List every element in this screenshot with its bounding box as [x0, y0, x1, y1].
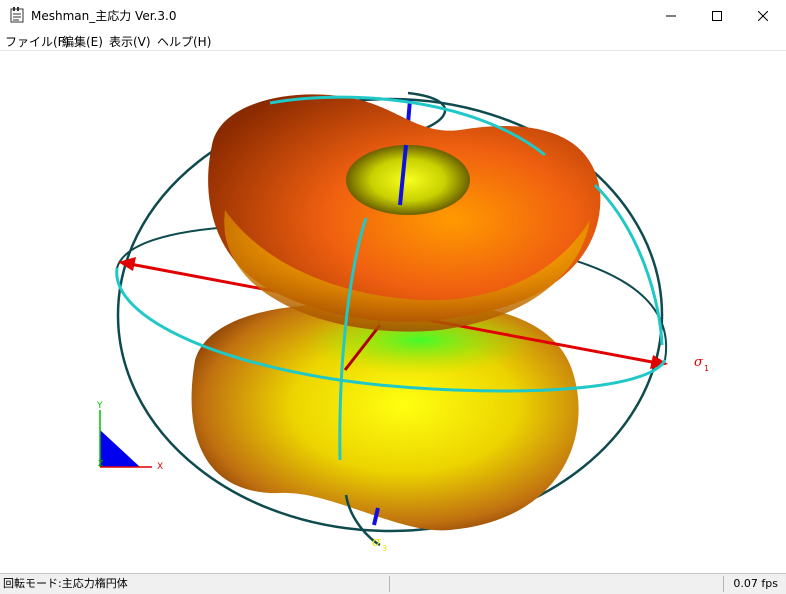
menu-bar: ファイル(F) 編集(E) 表示(V) ヘルプ(H) [0, 31, 786, 51]
maximize-icon [712, 10, 722, 21]
y-axis-label: Y [96, 401, 103, 411]
title-bar: Meshman_主応力 Ver.3.0 [0, 0, 786, 31]
maximize-button[interactable] [694, 0, 740, 31]
menu-help[interactable]: ヘルプ(H) [157, 33, 211, 50]
app-icon [10, 7, 24, 23]
ellipsoid-scene: σ 1 σ 3 Y X Z [96, 91, 709, 553]
menu-edit[interactable]: 編集(E) [62, 33, 103, 50]
axis-triad-fill [100, 430, 140, 467]
donut-hole [346, 145, 470, 215]
status-middle-pane [393, 576, 724, 592]
z-axis-label: Z [98, 459, 104, 468]
menu-view[interactable]: 表示(V) [109, 33, 151, 50]
minimize-button[interactable] [648, 0, 694, 31]
sigma3-label: σ [372, 535, 382, 550]
status-fps: 0.07 fps [733, 577, 778, 590]
status-bar: 回転モード:主応力楕円体 0.07 fps [0, 573, 786, 594]
sigma1-label: σ [694, 355, 704, 370]
menu-file[interactable]: ファイル(F) [5, 33, 69, 50]
minimize-icon [666, 15, 676, 16]
axis-triad: Y X Z [96, 401, 163, 472]
render-viewport[interactable]: σ 1 σ 3 Y X Z [0, 51, 786, 573]
x-axis-label: X [157, 462, 163, 472]
close-button[interactable] [740, 0, 786, 31]
sigma3-subscript: 3 [382, 544, 387, 553]
status-mode: 回転モード:主応力楕円体 [0, 576, 390, 592]
window-title: Meshman_主応力 Ver.3.0 [31, 9, 177, 23]
sigma1-subscript: 1 [704, 364, 709, 373]
close-icon [758, 10, 768, 21]
